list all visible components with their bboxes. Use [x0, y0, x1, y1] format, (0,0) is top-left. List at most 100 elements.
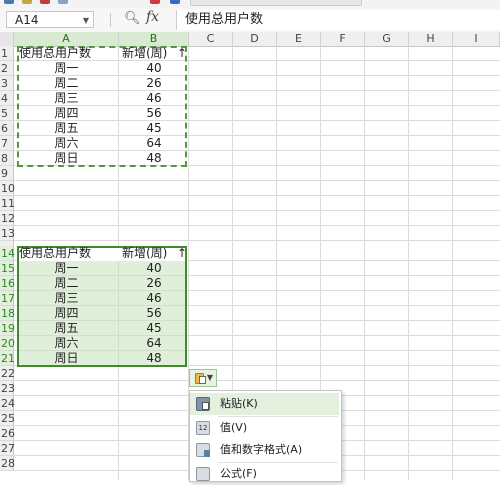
row-header[interactable]: 18	[0, 306, 15, 321]
print-icon[interactable]	[58, 0, 68, 4]
menu-item-values[interactable]: 12 值(V)	[190, 417, 339, 439]
row-header[interactable]: 15	[0, 261, 15, 276]
redo-icon[interactable]	[170, 0, 180, 4]
row-header[interactable]: 3	[0, 76, 14, 91]
row-header[interactable]: 5	[0, 106, 14, 121]
row-header[interactable]: 24	[0, 396, 15, 411]
pasted-cell-day[interactable]: 周四	[14, 306, 119, 321]
menu-item-label: 值(V)	[220, 421, 248, 434]
pasted-cell-value[interactable]: 40	[119, 261, 189, 276]
table-cell-value[interactable]: 45	[119, 121, 189, 136]
pasted-cell-day[interactable]: 周三	[14, 291, 119, 306]
undo-icon[interactable]	[150, 0, 160, 4]
name-box-value: A14	[15, 13, 39, 27]
menu-item-label: 值和数字格式(A)	[220, 443, 303, 456]
menu-item-values-number-format[interactable]: 值和数字格式(A)	[190, 439, 339, 461]
pasted-cell-value[interactable]: 26	[119, 276, 189, 291]
pasted-cell-day[interactable]: 周一	[14, 261, 119, 276]
row-header[interactable]: 17	[0, 291, 15, 306]
row-header[interactable]: 23	[0, 381, 15, 396]
row-header[interactable]: 12	[0, 211, 15, 226]
pasted-cell-value[interactable]: 46	[119, 291, 189, 306]
table-cell-value[interactable]: 64	[119, 136, 189, 151]
table-header-users[interactable]: 使用总用户数	[19, 46, 119, 61]
table-cell-day[interactable]: 周五	[14, 121, 119, 136]
table-cell-day[interactable]: 周二	[14, 76, 119, 91]
row-header[interactable]: 26	[0, 426, 15, 441]
pasted-cell-value[interactable]: 45	[119, 321, 189, 336]
row-header[interactable]: 27	[0, 441, 15, 456]
table-cell-day[interactable]: 周三	[14, 91, 119, 106]
column-header-d[interactable]: D	[233, 32, 277, 46]
paste-options-button[interactable]: ▼	[189, 369, 217, 387]
table-cell-value[interactable]: 56	[119, 106, 189, 121]
document-tab[interactable]	[190, 0, 362, 6]
row-header-gap	[0, 241, 14, 246]
select-all-corner[interactable]	[0, 32, 14, 46]
formula-bar-divider	[110, 13, 111, 27]
table-cell-value[interactable]: 26	[119, 76, 189, 91]
pasted-cell-value[interactable]: 48	[119, 351, 189, 366]
table-cell-day[interactable]: 周六	[14, 136, 119, 151]
column-header-g[interactable]: G	[365, 32, 409, 46]
document-icon	[199, 376, 206, 384]
name-box[interactable]: A14 ▼	[6, 11, 94, 28]
formula-bar: A14 ▼ 🔍︎ fx 使用总用户数	[0, 8, 500, 33]
column-headers: A B C D E F G H I	[0, 32, 500, 47]
pdf-icon[interactable]	[40, 0, 50, 4]
column-header-c[interactable]: C	[189, 32, 233, 46]
table-cell-day[interactable]: 周四	[14, 106, 119, 121]
pasted-header-new[interactable]: 新增(周)	[122, 246, 174, 261]
row-header[interactable]: 16	[0, 276, 15, 291]
column-header-i[interactable]: I	[453, 32, 500, 46]
column-header-e[interactable]: E	[277, 32, 321, 46]
pasted-cell-value[interactable]: 64	[119, 336, 189, 351]
table-cell-day[interactable]: 周一	[14, 61, 119, 76]
pasted-cell-day[interactable]: 周二	[14, 276, 119, 291]
values-number-format-icon	[196, 443, 210, 457]
column-header-a[interactable]: A	[14, 32, 119, 46]
column-header-f[interactable]: F	[321, 32, 365, 46]
save-icon[interactable]	[4, 0, 14, 4]
column-header-b[interactable]: B	[119, 32, 189, 46]
column-header-h[interactable]: H	[409, 32, 453, 46]
row-header[interactable]: 25	[0, 411, 15, 426]
row-header[interactable]: 28	[0, 456, 15, 471]
table-cell-day[interactable]: 周日	[14, 151, 119, 166]
row-header[interactable]: 8	[0, 151, 14, 166]
row-header[interactable]: 9	[0, 166, 14, 181]
row-header[interactable]: 19	[0, 321, 15, 336]
row-header[interactable]: 20	[0, 336, 15, 351]
row-header[interactable]: 2	[0, 61, 14, 76]
open-icon[interactable]	[22, 0, 32, 4]
magnifier-icon[interactable]: 🔍︎	[124, 11, 141, 26]
paste-icon	[196, 397, 210, 411]
row-header[interactable]: 22	[0, 366, 15, 381]
table-cell-value[interactable]: 40	[119, 61, 189, 76]
values-icon: 12	[196, 421, 210, 435]
row-header[interactable]: 1	[0, 46, 14, 61]
row-header[interactable]: 6	[0, 121, 14, 136]
row-header[interactable]: 13	[0, 226, 15, 241]
table-cell-value[interactable]: 48	[119, 151, 189, 166]
menu-item-paste[interactable]: 粘贴(K)	[190, 393, 339, 415]
pasted-header-users[interactable]: 使用总用户数	[19, 246, 119, 261]
formula-input[interactable]: 使用总用户数	[176, 10, 500, 30]
row-header[interactable]: 10	[0, 181, 15, 196]
table-cell-value[interactable]: 46	[119, 91, 189, 106]
pasted-cell-day[interactable]: 周五	[14, 321, 119, 336]
row-header[interactable]: 11	[0, 196, 15, 211]
pasted-cell-day[interactable]: 周日	[14, 351, 119, 366]
row-header[interactable]: 14	[0, 246, 15, 261]
row-header[interactable]: 21	[0, 351, 15, 366]
row-header[interactable]: 7	[0, 136, 14, 151]
row-header[interactable]: 4	[0, 91, 14, 106]
fx-icon[interactable]: fx	[146, 9, 159, 25]
menu-item-formula[interactable]: 公式(F)	[190, 463, 339, 485]
table-header-new[interactable]: 新增(周)	[122, 46, 174, 61]
pasted-cell-day[interactable]: 周六	[14, 336, 119, 351]
chevron-down-icon[interactable]: ▼	[83, 12, 89, 29]
pasted-cell-value[interactable]: 56	[119, 306, 189, 321]
sort-arrow-icon: ↑	[177, 246, 188, 260]
menu-item-label: 公式(F)	[220, 467, 257, 480]
